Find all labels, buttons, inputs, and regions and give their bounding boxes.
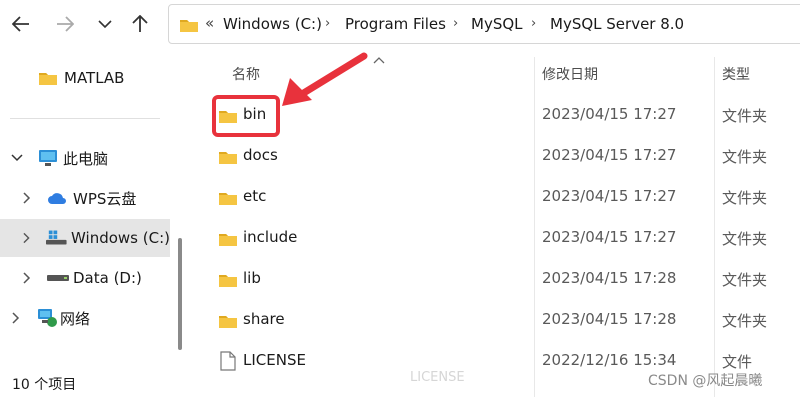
chevron-right-icon[interactable]: [23, 272, 31, 284]
chevron-down-icon[interactable]: [11, 154, 23, 162]
up-button[interactable]: [125, 8, 155, 40]
file-name: lib: [243, 269, 261, 287]
file-name: etc: [243, 187, 267, 205]
file-row[interactable]: lib 2023/04/15 17:28 文件夹: [200, 260, 800, 301]
drag-ghost-label: LICENSE: [410, 370, 465, 385]
column-header-type[interactable]: 类型: [722, 64, 750, 84]
chevron-down-icon: [98, 20, 112, 29]
item-count-status: 10 个项目: [12, 377, 77, 393]
file-type: 文件夹: [722, 230, 768, 248]
breadcrumb-item[interactable]: Program Files: [345, 15, 446, 33]
chevron-right-icon[interactable]: [23, 232, 30, 244]
file-row[interactable]: share 2023/04/15 17:28 文件夹: [200, 301, 800, 342]
drive-icon: [47, 275, 69, 281]
breadcrumb-item[interactable]: MySQL Server 8.0: [550, 15, 684, 33]
file-icon: [220, 351, 236, 371]
sidebar-scrollbar[interactable]: [178, 238, 182, 350]
file-row[interactable]: docs 2023/04/15 17:27 文件夹: [200, 137, 800, 178]
cloud-icon: [48, 193, 66, 204]
arrow-right-icon: [57, 16, 74, 32]
folder-icon: [219, 316, 237, 328]
sidebar-item-this-pc[interactable]: 此电脑: [0, 139, 170, 177]
file-name: docs: [243, 146, 278, 164]
arrow-left-icon: [12, 16, 29, 32]
file-modified: 2023/04/15 17:27: [542, 228, 677, 246]
sidebar-item-label: MATLAB: [64, 69, 125, 87]
file-modified: 2023/04/15 17:27: [542, 146, 677, 164]
file-modified: 2023/04/15 17:28: [542, 269, 677, 287]
folder-icon: [219, 234, 237, 246]
back-button[interactable]: [6, 8, 36, 40]
watermark-text: CSDN @风起晨曦: [648, 373, 763, 389]
file-name: share: [243, 310, 285, 328]
sidebar-item-label: 此电脑: [63, 149, 109, 168]
sidebar-item-matlab[interactable]: MATLAB: [0, 59, 170, 97]
sidebar-item-windows-c[interactable]: Windows (C:): [0, 219, 170, 257]
file-name: include: [243, 228, 298, 246]
file-modified: 2023/04/15 17:27: [542, 187, 677, 205]
chevron-right-icon: ›: [531, 16, 537, 31]
folder-icon: [219, 152, 237, 164]
recent-locations-button[interactable]: [90, 8, 120, 40]
file-type: 文件夹: [722, 271, 768, 289]
file-type: 文件夹: [722, 189, 768, 207]
file-type: 文件夹: [722, 107, 768, 125]
file-type: 文件: [722, 353, 753, 371]
sidebar-item-wps-cloud[interactable]: WPS云盘: [0, 179, 170, 217]
windows-drive-icon: [46, 230, 68, 245]
column-header-modified[interactable]: 修改日期: [542, 64, 598, 84]
file-type: 文件夹: [722, 148, 768, 166]
chevron-right-icon[interactable]: [23, 192, 31, 204]
network-icon: [38, 309, 57, 327]
breadcrumb-item[interactable]: MySQL: [471, 15, 523, 33]
sidebar-item-network[interactable]: 网络: [0, 299, 170, 337]
folder-icon: [219, 275, 237, 287]
file-name: LICENSE: [243, 351, 306, 369]
chevron-right-icon: ›: [325, 16, 331, 31]
file-row[interactable]: include 2023/04/15 17:27 文件夹: [200, 219, 800, 260]
address-bar[interactable]: « Windows (C:) › Program Files › MySQL ›…: [168, 4, 800, 44]
annotation-arrow-icon: [282, 52, 368, 106]
sidebar-item-label: Windows (C:): [71, 229, 170, 247]
folder-icon: [219, 193, 237, 205]
chevron-right-icon[interactable]: [12, 312, 20, 324]
chevron-right-icon: ›: [453, 16, 459, 31]
file-modified: 2023/04/15 17:28: [542, 310, 677, 328]
arrow-up-icon: [132, 15, 148, 32]
folder-icon: [180, 20, 198, 32]
sidebar-item-data-d[interactable]: Data (D:): [0, 259, 170, 297]
file-modified: 2022/12/16 15:34: [542, 351, 677, 369]
sidebar-item-label: WPS云盘: [73, 189, 137, 208]
file-type: 文件夹: [722, 312, 768, 330]
sort-ascending-icon[interactable]: [373, 57, 385, 64]
folder-icon: [39, 73, 57, 85]
annotation-highlight-box: [212, 95, 280, 137]
computer-icon: [39, 150, 57, 166]
sidebar-item-label: 网络: [60, 309, 91, 328]
column-header-name[interactable]: 名称: [232, 64, 260, 84]
file-modified: 2023/04/15 17:27: [542, 105, 677, 123]
forward-button[interactable]: [50, 8, 80, 40]
file-row[interactable]: etc 2023/04/15 17:27 文件夹: [200, 178, 800, 219]
breadcrumb-item[interactable]: Windows (C:): [223, 15, 322, 33]
sidebar-item-label: Data (D:): [73, 269, 142, 287]
sidebar-divider: [10, 118, 160, 119]
breadcrumb-overflow[interactable]: «: [205, 14, 214, 32]
